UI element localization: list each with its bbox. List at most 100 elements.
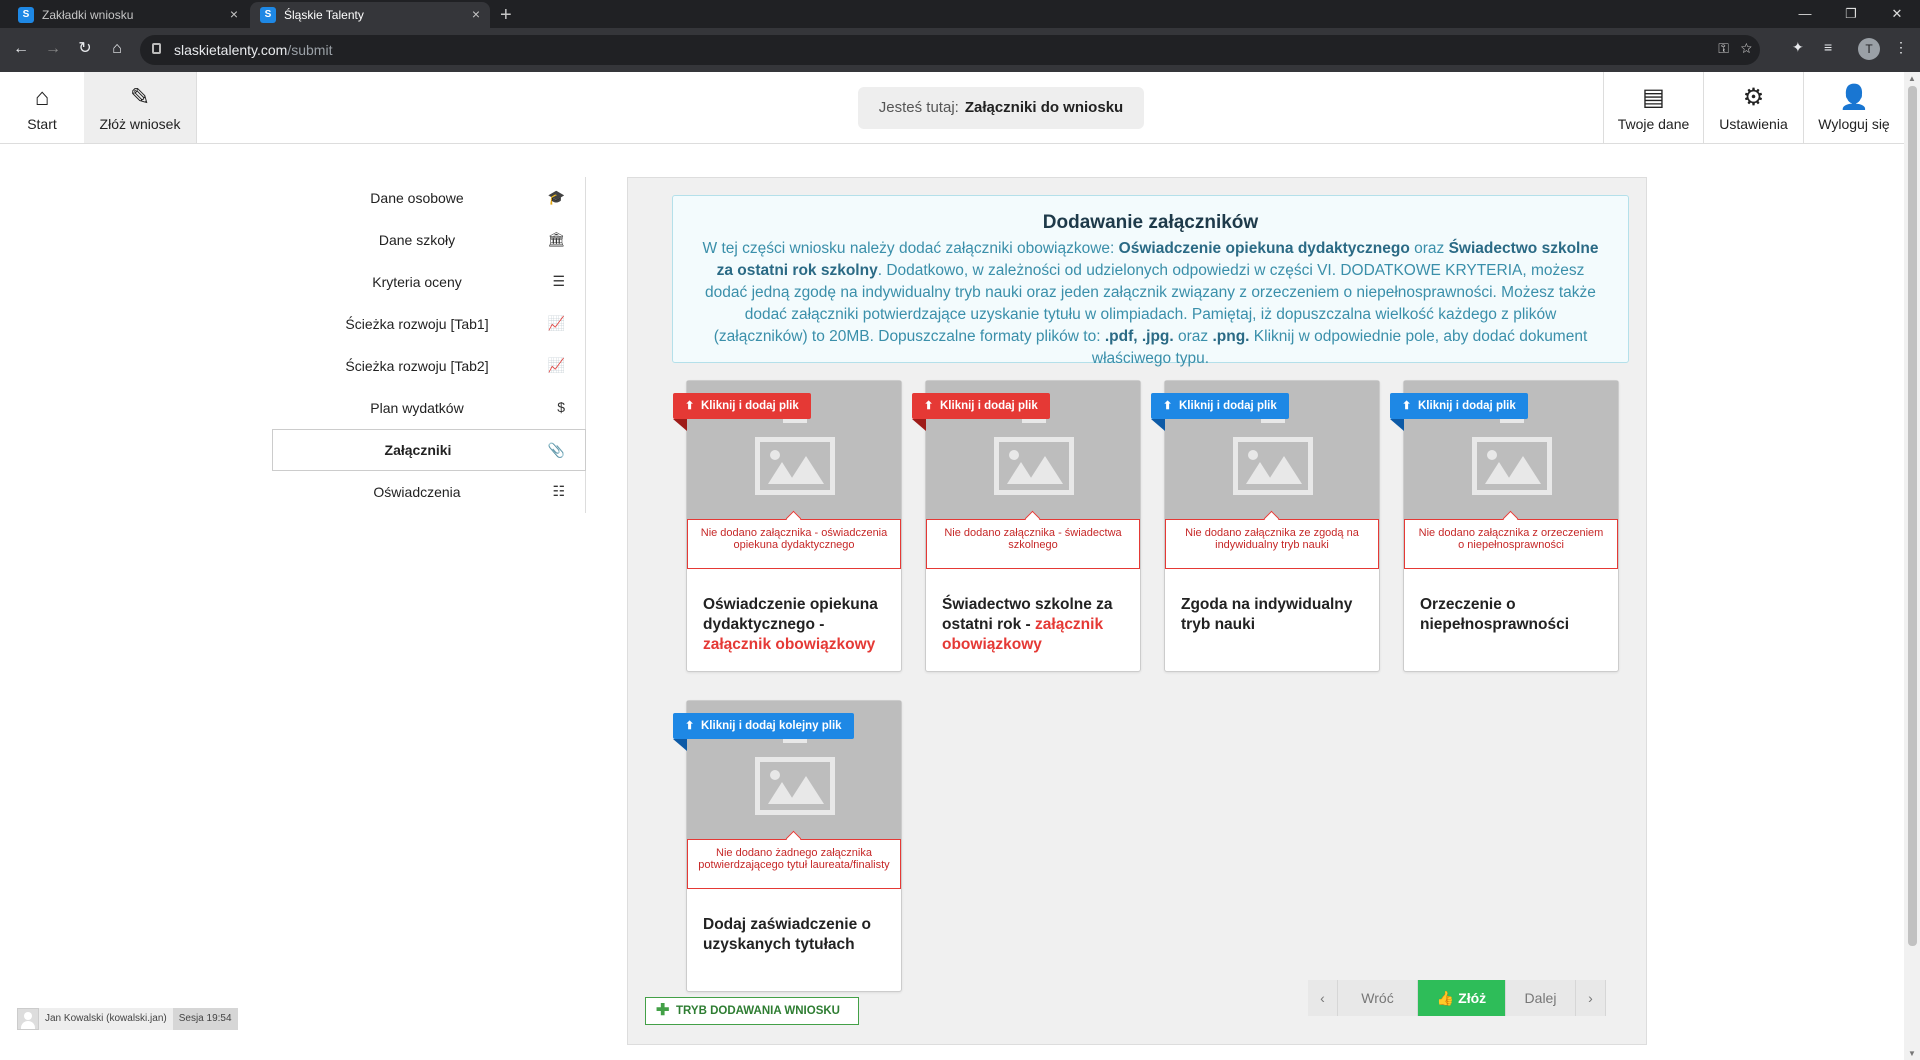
card-title: Orzeczenie o niepełnosprawności (1420, 595, 1610, 635)
extensions-icon[interactable]: ✦ (1792, 39, 1804, 56)
card-title: Dodaj zaświadczenie o uzyskanych tytułac… (703, 915, 893, 955)
image-icon (755, 757, 835, 815)
bookmark-star-icon[interactable]: ☆ (1741, 40, 1752, 56)
scrollbar-thumb[interactable] (1908, 86, 1917, 946)
user-avatar-icon (17, 1008, 39, 1030)
tab-title: Śląskie Talenty (284, 8, 364, 22)
add-file-ribbon-button[interactable]: ⬆ Kliknij i dodaj plik (1390, 393, 1528, 431)
sidebar-item-label: Plan wydatków (370, 400, 464, 416)
add-another-file-ribbon-button[interactable]: ⬆ Kliknij i dodaj kolejny plik (673, 713, 854, 751)
add-file-ribbon-button[interactable]: ⬆ Kliknij i dodaj plik (673, 393, 811, 431)
site-favicon-icon: S (260, 7, 276, 23)
add-file-ribbon-button[interactable]: ⬆ Kliknij i dodaj plik (912, 393, 1050, 431)
line-chart-icon: 📈 (547, 315, 565, 331)
sidebar-item-personal-data[interactable]: Dane osobowe 🎓 (272, 177, 586, 219)
media-queue-icon[interactable]: ≡ (1824, 39, 1832, 55)
add-file-ribbon-button[interactable]: ⬆ Kliknij i dodaj plik (1151, 393, 1289, 431)
info-text-part: oraz (1173, 328, 1213, 345)
tab-close-icon[interactable]: × (472, 6, 480, 22)
browser-menu-icon[interactable]: ⋮ (1894, 39, 1908, 56)
new-tab-icon[interactable]: + (500, 2, 512, 28)
breadcrumb-prefix: Jesteś tutaj: (878, 99, 959, 116)
next-button[interactable]: Dalej (1506, 980, 1576, 1016)
image-icon (1472, 437, 1552, 495)
sidebar-item-label: Ścieżka rozwoju [Tab1] (345, 316, 489, 332)
next-arrow-icon[interactable]: › (1576, 980, 1606, 1016)
sidebar-item-label: Dane szkoły (378, 232, 456, 248)
profile-avatar[interactable]: T (1858, 38, 1880, 60)
scroll-up-icon[interactable]: ▲ (1908, 74, 1916, 83)
sidebar-item-path-tab2[interactable]: Ścieżka rozwoju [Tab2] 📈 (272, 345, 586, 387)
missing-attachment-alert: Nie dodano załącznika ze zgodą na indywi… (1165, 519, 1379, 569)
sidebar-item-label: Ścieżka rozwoju [Tab2] (345, 358, 489, 374)
missing-attachment-alert: Nie dodano żadnego załącznika potwierdza… (687, 839, 901, 889)
my-data-button[interactable]: ▤ Twoje dane (1603, 72, 1703, 143)
session-user: Jan Kowalski (kowalski.jan) (39, 1008, 173, 1030)
url-path: /submit (287, 42, 333, 58)
attachment-card-disability-certificate[interactable]: ⬆ Kliknij i dodaj plik Nie dodano załączn… (1390, 380, 1619, 672)
page-scrollbar[interactable]: ▲ ▼ (1904, 72, 1920, 1060)
sidebar-item-criteria[interactable]: Kryteria oceny ☰ (272, 261, 586, 303)
thumbs-up-icon: 👍 (1436, 990, 1455, 1006)
sidebar-item-label: Kryteria oceny (372, 274, 462, 290)
url-domain: slaskietalenty.com (174, 42, 288, 58)
attachment-card-titles[interactable]: ⬆ Kliknij i dodaj kolejny plik Nie dodano… (673, 700, 902, 992)
card-title-text: Orzeczenie o niepełnosprawności (1420, 596, 1570, 633)
browser-tab-bar: S Zakładki wniosku × S Śląskie Talenty ×… (0, 0, 1920, 28)
minimize-icon[interactable]: — (1782, 2, 1828, 26)
sidebar-item-path-tab1[interactable]: Ścieżka rozwoju [Tab1] 📈 (272, 303, 586, 345)
attachment-card-individual-mode-consent[interactable]: ⬆ Kliknij i dodaj plik Nie dodano załączn… (1151, 380, 1380, 672)
graduation-cap-icon: 🎓 (547, 189, 565, 205)
browser-tab-bookmarks[interactable]: S Zakładki wniosku × (8, 2, 248, 28)
ribbon-label: Kliknij i dodaj plik (1418, 400, 1516, 412)
start-label: Start (27, 115, 57, 132)
sidebar-item-school-data[interactable]: Dane szkoły 🏛 (272, 219, 586, 261)
prev-arrow-icon[interactable]: ‹ (1308, 980, 1338, 1016)
back-arrow-icon[interactable]: ← (10, 39, 32, 59)
submit-application-button[interactable]: ✎ Złóż wniosek (84, 72, 197, 143)
url-text: slaskietalenty.com/submit (174, 42, 332, 58)
upload-icon: ⬆ (1163, 400, 1173, 412)
site-favicon-icon: S (18, 7, 34, 23)
info-text-part: W tej części wniosku należy dodać załącz… (702, 240, 1119, 257)
attachment-card-tutor-statement[interactable]: ⬆ Kliknij i dodaj plik Nie dodano załączn… (673, 380, 902, 672)
image-icon (755, 437, 835, 495)
settings-button[interactable]: ⚙ Ustawienia (1703, 72, 1803, 143)
sidebar-item-attachments[interactable]: Załączniki 📎 (272, 429, 586, 471)
restore-icon[interactable]: ❐ (1828, 2, 1874, 26)
list-lines-icon: ☰ (552, 273, 565, 289)
sidebar-item-label: Oświadczenia (373, 484, 461, 500)
info-title: Dodawanie załączników (1042, 212, 1259, 233)
upload-icon: ⬆ (1402, 400, 1412, 412)
url-field[interactable]: slaskietalenty.com/submit ⚿ ☆ (140, 35, 1760, 65)
card-title-text: Zgoda na indywidualny tryb nauki (1181, 596, 1353, 633)
home-icon: ⌂ (34, 83, 50, 111)
home-icon[interactable]: ⌂ (106, 39, 128, 59)
reload-icon[interactable]: ↻ (74, 39, 96, 59)
line-chart-icon: 📈 (547, 357, 565, 373)
sidebar-item-statements[interactable]: Oświadczenia ☷ (272, 471, 586, 513)
back-button[interactable]: Wróć (1338, 980, 1418, 1016)
url-action-icons: ⚿ ☆ (1718, 40, 1752, 57)
logout-button[interactable]: 👤 Wyloguj się (1803, 72, 1904, 143)
application-mode-button[interactable]: ✚ TRYB DODAWANIA WNIOSKU (645, 997, 859, 1025)
browser-tab-active[interactable]: S Śląskie Talenty × (250, 2, 490, 28)
mydata-label: Twoje dane (1617, 115, 1690, 132)
forward-arrow-icon[interactable]: → (42, 39, 64, 59)
scroll-down-icon[interactable]: ▼ (1908, 1049, 1916, 1058)
start-button[interactable]: ⌂ Start (0, 72, 84, 143)
submit-button[interactable]: 👍 Złóż (1418, 980, 1506, 1016)
sidebar-item-expenses[interactable]: Plan wydatków $ (272, 387, 586, 429)
key-icon[interactable]: ⚿ (1718, 40, 1729, 56)
attachment-card-school-certificate[interactable]: ⬆ Kliknij i dodaj plik Nie dodano załączn… (912, 380, 1141, 672)
upload-icon: ⬆ (924, 400, 934, 412)
checklist-icon: ☷ (552, 483, 565, 499)
window-controls: — ❐ ✕ (1782, 2, 1920, 26)
card-title: Zgoda na indywidualny tryb nauki (1181, 595, 1371, 635)
close-window-icon[interactable]: ✕ (1874, 2, 1920, 26)
id-card-icon: ▤ (1642, 83, 1665, 111)
tab-close-icon[interactable]: × (230, 6, 238, 22)
lock-icon (152, 43, 161, 54)
submit-button-label: Złóż (1458, 990, 1487, 1006)
sidebar-item-label: Załączniki (384, 442, 452, 458)
